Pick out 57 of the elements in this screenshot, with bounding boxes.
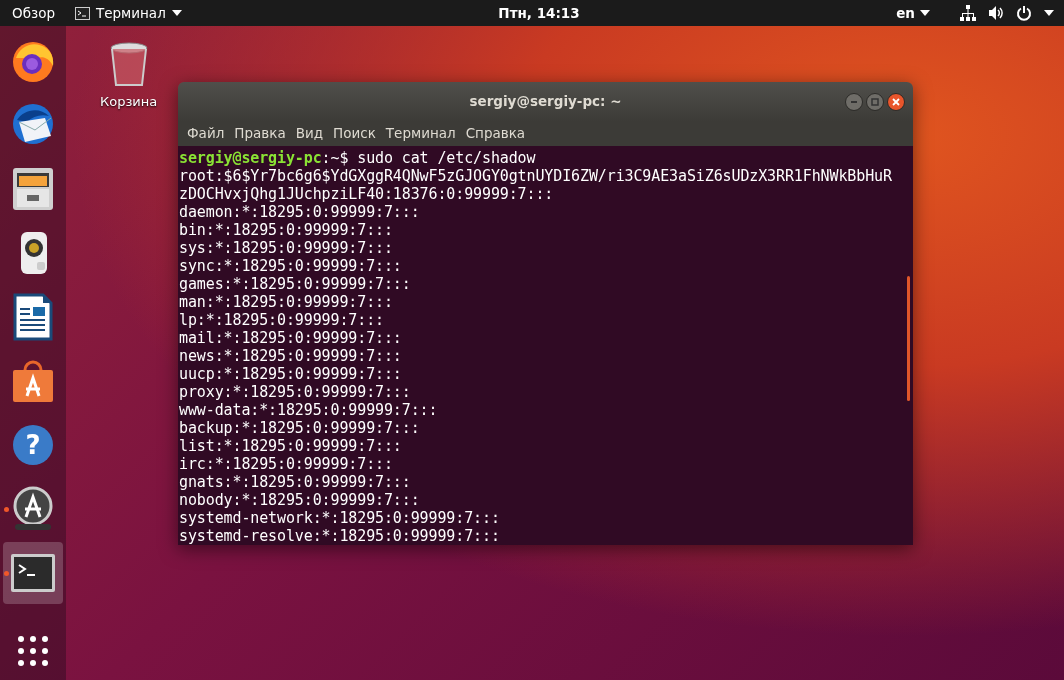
update-icon xyxy=(11,486,55,532)
activities-button[interactable]: Обзор xyxy=(12,5,55,21)
caret-icon xyxy=(1044,10,1054,16)
network-icon[interactable] xyxy=(960,5,976,21)
output-line: systemd-resolve:*:18295:0:99999:7::: xyxy=(179,527,501,545)
minimize-button[interactable] xyxy=(845,93,863,111)
desktop-icon-label[interactable]: Корзина xyxy=(100,94,158,109)
menu-item[interactable]: Справка xyxy=(460,125,531,142)
language-indicator[interactable]: en xyxy=(896,5,915,21)
trash-bin-icon[interactable] xyxy=(108,42,149,88)
menu-item[interactable]: Файл xyxy=(182,125,230,142)
output-line: proxy:*:18295:0:99999:7::: xyxy=(179,383,412,401)
window-title: sergiy@sergiy-pc: ~ xyxy=(469,93,622,110)
output-line: uucp:*:18295:0:99999:7::: xyxy=(179,365,403,383)
clock[interactable]: Птн, 14:13 xyxy=(181,5,897,21)
close-button[interactable] xyxy=(887,93,905,111)
dock-item[interactable]: ? xyxy=(3,414,63,476)
menu-item[interactable]: Правка xyxy=(229,125,291,142)
volume-icon[interactable] xyxy=(988,5,1004,21)
output-line: root:$6$Yr7bc6g6$YdGXggR4QNwF5zGJOGY0gtnUYDI6ZW/ri3C9AE3aSiZ6sUDzX3RR1FhNWkBbHuR xyxy=(179,167,893,185)
output-line: mail:*:18295:0:99999:7::: xyxy=(179,329,403,347)
document-icon xyxy=(13,293,53,341)
output-line: list:*:18295:0:99999:7::: xyxy=(179,437,403,455)
terminal-icon xyxy=(74,6,90,20)
scrollbar[interactable] xyxy=(907,276,910,401)
output-line: irc:*:18295:0:99999:7::: xyxy=(179,455,394,473)
output-line: bin:*:18295:0:99999:7::: xyxy=(179,221,394,239)
shopping-bag-icon xyxy=(11,358,55,404)
menu-item[interactable]: Поиск xyxy=(328,125,381,142)
app-grid-icon[interactable] xyxy=(18,636,48,666)
output-line: daemon:*:18295:0:99999:7::: xyxy=(179,203,421,221)
terminal-icon xyxy=(10,553,56,593)
output-line: backup:*:18295:0:99999:7::: xyxy=(179,419,421,437)
output-line: zDOCHvxjQhg1JUchpziLF40:18376:0:99999:7::: xyxy=(179,185,555,203)
output-line: sync:*:18295:0:99999:7::: xyxy=(179,257,403,275)
output-line: games:*:18295:0:99999:7::: xyxy=(179,275,412,293)
output-line: www-data:*:18295:0:99999:7::: xyxy=(179,401,439,419)
output-line: man:*:18295:0:99999:7::: xyxy=(179,293,394,311)
menu-item[interactable]: Вид xyxy=(290,125,329,142)
menu-item[interactable]: Терминал xyxy=(380,125,461,142)
output-line: lp:*:18295:0:99999:7::: xyxy=(179,311,385,329)
output-line: nobody:*:18295:0:99999:7::: xyxy=(179,491,421,509)
power-icon[interactable] xyxy=(1016,5,1032,21)
maximize-icon xyxy=(871,98,879,106)
close-icon xyxy=(892,98,900,106)
command-line: sergiy@sergiy-pc:~$ sudo cat /etc/shadow xyxy=(179,149,537,167)
output-line: gnats:*:18295:0:99999:7::: xyxy=(179,473,412,491)
caret-icon xyxy=(171,10,182,16)
output-line: sys:*:18295:0:99999:7::: xyxy=(179,239,394,257)
output-line: systemd-network:*:18295:0:99999:7::: xyxy=(179,509,501,527)
help-icon: ? xyxy=(12,424,54,466)
dock-item[interactable] xyxy=(3,542,63,604)
app-menu-button[interactable]: Терминал xyxy=(95,5,166,21)
minimize-icon xyxy=(850,98,858,106)
output-line: news:*:18295:0:99999:7::: xyxy=(179,347,403,365)
caret-icon xyxy=(920,10,930,16)
file-cabinet-icon xyxy=(12,167,54,211)
